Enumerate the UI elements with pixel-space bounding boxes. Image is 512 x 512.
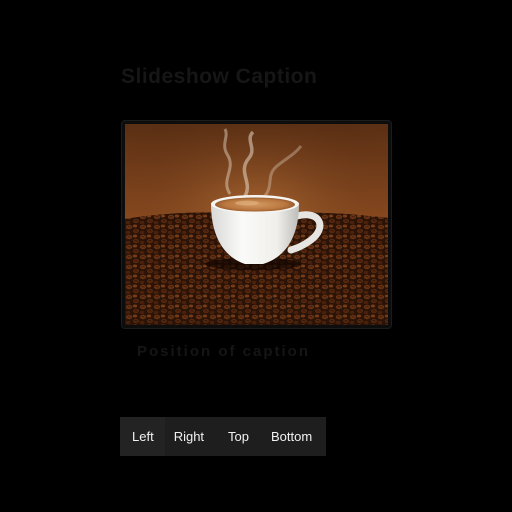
page-title: Slideshow Caption: [121, 65, 318, 88]
right-button[interactable]: Right: [164, 417, 217, 456]
bottom-button[interactable]: Bottom: [261, 417, 327, 456]
coffee-photo: [121, 120, 392, 329]
top-button[interactable]: Top: [216, 417, 262, 456]
photo-caption: Position of caption: [137, 343, 310, 360]
caption-position-button-group: Left Right Top Bottom: [120, 417, 327, 456]
left-button[interactable]: Left: [120, 417, 165, 456]
coffee-photo-illustration: [125, 124, 388, 325]
